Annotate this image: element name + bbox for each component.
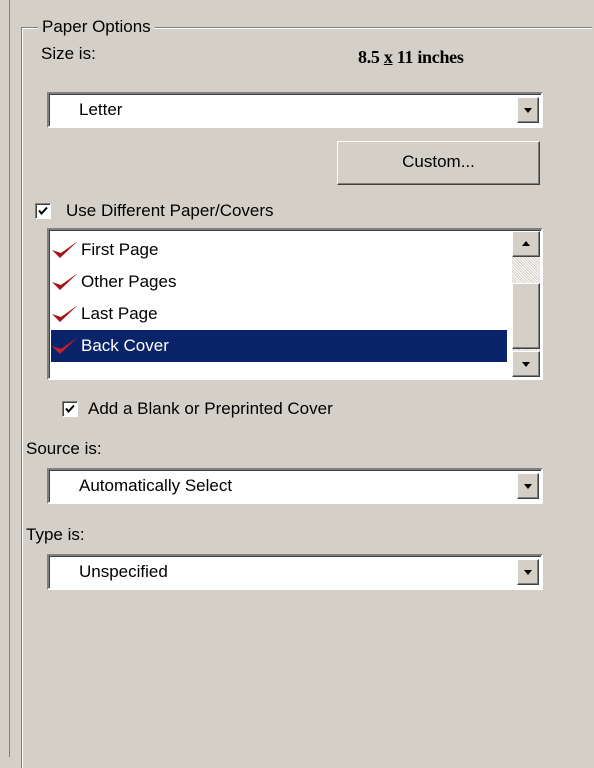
size-height: 11 — [396, 47, 414, 67]
size-x: x — [383, 47, 393, 67]
paper-options-title: Paper Options — [38, 17, 155, 37]
source-dropdown-button[interactable] — [517, 473, 539, 499]
red-check-icon — [52, 241, 78, 258]
list-item-label: Other Pages — [81, 272, 177, 291]
type-label: Type is: — [26, 525, 85, 544]
checkmark-icon — [65, 404, 75, 414]
size-value: 8.5 x 11 inches — [358, 46, 464, 68]
list-item-back-cover[interactable]: Back Cover — [51, 330, 507, 362]
scroll-up-button[interactable] — [512, 231, 540, 257]
checkmark-icon — [38, 206, 48, 216]
scroll-thumb[interactable] — [512, 283, 540, 349]
chevron-down-icon — [522, 362, 530, 367]
source-select[interactable]: Automatically Select — [47, 468, 543, 504]
use-different-paper-label: Use Different Paper/Covers — [66, 201, 274, 220]
chevron-down-icon — [524, 570, 532, 575]
list-item-label: First Page — [81, 240, 159, 259]
type-value: Unspecified — [79, 562, 168, 581]
panel-left-edge — [9, 0, 10, 757]
list-item-first-page[interactable]: First Page — [51, 234, 507, 266]
list-item-label: Last Page — [81, 304, 158, 323]
size-width: 8.5 — [358, 47, 380, 67]
red-check-icon — [52, 305, 78, 322]
type-select[interactable]: Unspecified — [47, 554, 543, 590]
pages-listbox[interactable]: First Page Other Pages Last Page Back Co… — [47, 228, 543, 380]
list-item-label: Back Cover — [81, 336, 169, 355]
size-unit: inches — [417, 47, 464, 67]
scroll-down-button[interactable] — [512, 351, 540, 377]
chevron-up-icon — [522, 241, 530, 246]
paper-size-dropdown-button[interactable] — [517, 97, 539, 123]
pages-list-scrollbar[interactable] — [512, 231, 540, 377]
source-label: Source is: — [26, 439, 102, 458]
paper-size-value: Letter — [79, 100, 123, 119]
chevron-down-icon — [524, 484, 532, 489]
paper-options-groupbox — [21, 27, 592, 768]
size-label: Size is: — [41, 44, 96, 63]
list-item-last-page[interactable]: Last Page — [51, 298, 507, 330]
use-different-paper-checkbox[interactable] — [35, 203, 51, 219]
custom-button[interactable]: Custom... — [337, 141, 540, 185]
type-dropdown-button[interactable] — [517, 559, 539, 585]
add-blank-cover-checkbox[interactable] — [62, 401, 78, 417]
red-check-icon — [52, 337, 78, 354]
source-value: Automatically Select — [79, 476, 233, 495]
paper-size-select[interactable]: Letter — [47, 92, 543, 128]
list-item-other-pages[interactable]: Other Pages — [51, 266, 507, 298]
chevron-down-icon — [524, 108, 532, 113]
add-blank-cover-label: Add a Blank or Preprinted Cover — [88, 399, 333, 418]
red-check-icon — [52, 273, 78, 290]
